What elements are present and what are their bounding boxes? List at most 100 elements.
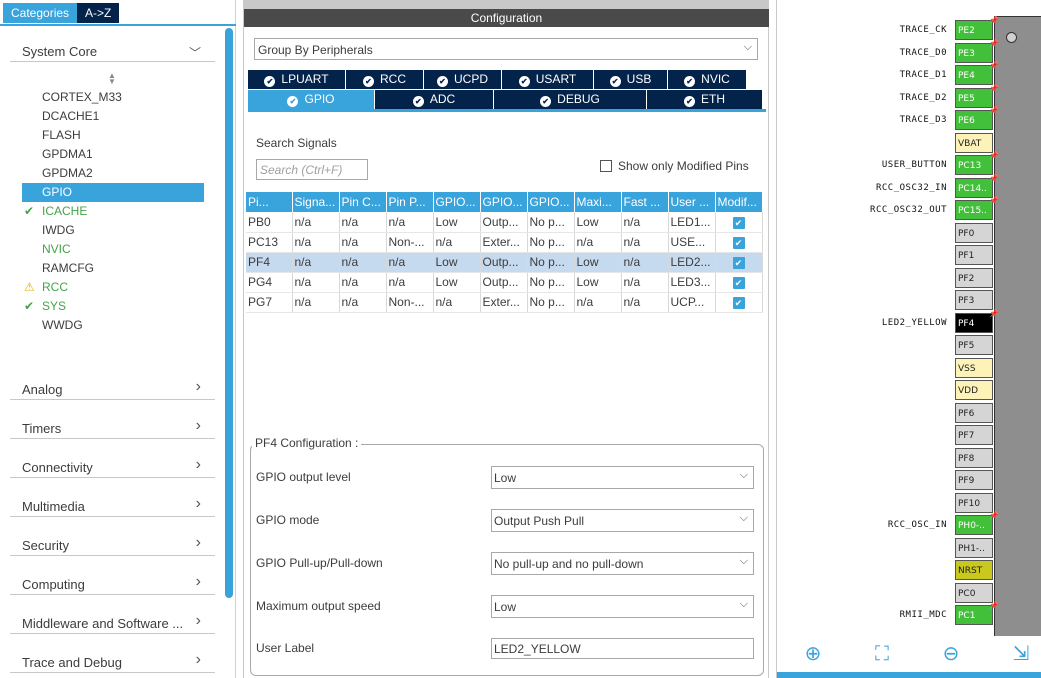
tab-lpuart[interactable]: ✔ LPUART bbox=[248, 70, 346, 89]
tree-item-icache[interactable]: ✔ ICACHE bbox=[22, 202, 204, 221]
pin-pf7[interactable]: PF7 bbox=[955, 425, 993, 445]
table-cell: n/a bbox=[386, 272, 434, 293]
modified-checkbox[interactable]: ✔ bbox=[732, 237, 745, 249]
column-header[interactable]: Pin C... bbox=[339, 192, 387, 212]
pin-pf3[interactable]: PF3 bbox=[955, 290, 993, 310]
group-by-select[interactable]: Group By Peripherals ⌵ bbox=[254, 38, 758, 60]
tree-item-dcache1[interactable]: DCACHE1 bbox=[22, 107, 204, 126]
column-header[interactable]: Pin P... bbox=[386, 192, 434, 212]
table-row[interactable]: PC13 n/a n/a Non-... n/a Exter... No p... n/a n/… bbox=[246, 232, 763, 253]
category-middleware-and-software[interactable]: Middleware and Software ... › bbox=[10, 610, 215, 634]
zoom-in-icon[interactable]: ⊕ bbox=[801, 642, 825, 666]
modified-checkbox[interactable]: ✔ bbox=[732, 216, 745, 229]
sort-icon[interactable]: ▲ ▼ bbox=[108, 72, 116, 86]
category-timers[interactable]: Timers › bbox=[10, 415, 215, 439]
tree-item-rcc[interactable]: ⚠ RCC bbox=[22, 278, 204, 297]
category-security[interactable]: Security › bbox=[10, 532, 215, 556]
pin-pf4[interactable]: PF4 bbox=[955, 312, 993, 333]
tree-item-ramcfg[interactable]: RAMCFG bbox=[22, 259, 204, 278]
tab-a-z[interactable]: A->Z bbox=[77, 3, 120, 23]
tree-item-cortex_m33[interactable]: CORTEX_M33 bbox=[22, 88, 204, 107]
bottom-scrollbar[interactable] bbox=[777, 672, 1041, 678]
pin-pe5[interactable]: PE5 bbox=[955, 87, 993, 108]
table-row[interactable]: PG4 n/a n/a n/a Low Outp... No p... Low n/a LED3.… bbox=[246, 272, 763, 293]
pin-ph1[interactable]: PH1-.. bbox=[955, 537, 993, 558]
modified-checkbox[interactable]: ✔ bbox=[732, 297, 745, 309]
show-modified-checkbox[interactable] bbox=[600, 160, 612, 172]
column-header[interactable]: Signa... bbox=[292, 192, 340, 212]
tab-debug[interactable]: ✔ DEBUG bbox=[494, 90, 647, 109]
tab-gpio[interactable]: ✔ GPIO bbox=[248, 90, 375, 109]
pin-pe3[interactable]: PE3 bbox=[955, 42, 993, 63]
tab-categories[interactable]: Categories bbox=[3, 3, 78, 23]
pin-pe6[interactable]: PE6 bbox=[955, 110, 993, 130]
fit-screen-icon[interactable]: ⛶ bbox=[870, 642, 894, 666]
pull-select[interactable]: No pull-up and no pull-down ⌵ bbox=[491, 552, 754, 575]
tree-item-wwdg[interactable]: WWDG bbox=[22, 316, 204, 335]
pin-pf1[interactable]: PF1 bbox=[955, 245, 993, 265]
category-system-core[interactable]: System Core ﹀ bbox=[10, 38, 215, 62]
column-header[interactable]: Pi... bbox=[246, 192, 293, 212]
column-header[interactable]: Fast ... bbox=[621, 192, 669, 212]
tree-item-gpio[interactable]: GPIO bbox=[22, 183, 204, 202]
mode-select[interactable]: Output Push Pull ⌵ bbox=[491, 509, 754, 532]
pin-vdd[interactable]: VDD bbox=[955, 380, 993, 400]
table-row[interactable]: PB0 n/a n/a n/a Low Outp... No p... Low n/a LED1.… bbox=[246, 212, 763, 233]
pin-vbat[interactable]: VBAT bbox=[955, 132, 993, 153]
column-header[interactable]: GPIO... bbox=[527, 192, 575, 212]
pin-pc14[interactable]: PC14.. bbox=[955, 177, 993, 198]
column-header[interactable]: GPIO... bbox=[433, 192, 481, 212]
speed-select[interactable]: Low ⌵ bbox=[491, 595, 754, 618]
category-analog[interactable]: Analog › bbox=[10, 376, 215, 400]
pin-pf10[interactable]: PF10 bbox=[955, 492, 993, 513]
user-label-input[interactable]: LED2_YELLOW bbox=[491, 638, 754, 659]
tab-usb[interactable]: ✔ USB bbox=[594, 70, 668, 89]
export-icon[interactable]: ⇲ bbox=[1009, 642, 1033, 666]
pin-pc15[interactable]: PC15.. bbox=[955, 200, 993, 220]
pin-pe2[interactable]: PE2 bbox=[955, 20, 993, 40]
pin-nrst[interactable]: NRST bbox=[955, 560, 993, 580]
tab-adc[interactable]: ✔ ADC bbox=[375, 90, 494, 109]
pin-pf5[interactable]: PF5 bbox=[955, 335, 993, 355]
pin-pf9[interactable]: PF9 bbox=[955, 470, 993, 490]
tab-eth[interactable]: ✔ ETH bbox=[647, 90, 763, 109]
tree-item-sys[interactable]: ✔ SYS bbox=[22, 297, 204, 316]
tree-item-nvic[interactable]: NVIC bbox=[22, 240, 204, 259]
pin-vss[interactable]: VSS bbox=[955, 357, 993, 378]
column-header[interactable]: Maxi... bbox=[574, 192, 622, 212]
output-level-select[interactable]: Low ⌵ bbox=[491, 466, 754, 489]
tree-item-gpdma2[interactable]: GPDMA2 bbox=[22, 164, 204, 183]
tab-rcc[interactable]: ✔ RCC bbox=[346, 70, 424, 89]
tree-item-gpdma1[interactable]: GPDMA1 bbox=[22, 145, 204, 164]
tab-usart[interactable]: ✔ USART bbox=[502, 70, 594, 89]
pin-pf0[interactable]: PF0 bbox=[955, 222, 993, 243]
pin-pf8[interactable]: PF8 bbox=[955, 447, 993, 468]
zoom-out-icon[interactable]: ⊖ bbox=[939, 642, 963, 666]
tree-item-iwdg[interactable]: IWDG bbox=[22, 221, 204, 240]
modified-checkbox[interactable]: ✔ bbox=[732, 277, 745, 289]
tree-item-flash[interactable]: FLASH bbox=[22, 126, 204, 145]
pin-pe4[interactable]: PE4 bbox=[955, 65, 993, 85]
category-label: Computing bbox=[22, 577, 85, 592]
category-computing[interactable]: Computing › bbox=[10, 571, 215, 595]
pin-ph0[interactable]: PH0-.. bbox=[955, 515, 993, 535]
search-input[interactable]: Search (Ctrl+F) bbox=[256, 159, 368, 180]
column-header[interactable]: GPIO... bbox=[480, 192, 528, 212]
tab-nvic[interactable]: ✔ NVIC bbox=[668, 70, 747, 89]
category-multimedia[interactable]: Multimedia › bbox=[10, 493, 215, 517]
pin-pc13[interactable]: PC13 bbox=[955, 155, 993, 175]
modified-checkbox[interactable]: ✔ bbox=[732, 257, 745, 269]
pin-pc0[interactable]: PC0 bbox=[955, 582, 993, 603]
table-row[interactable]: PF4 n/a n/a n/a Low Outp... No p... Low n/a LED2.… bbox=[246, 252, 763, 273]
pin-pf6[interactable]: PF6 bbox=[955, 402, 993, 423]
table-row[interactable]: PG7 n/a n/a Non-... n/a Exter... No p... n/a n/a… bbox=[246, 292, 763, 313]
tab-ucpd[interactable]: ✔ UCPD bbox=[424, 70, 502, 89]
pin-pc1[interactable]: PC1 bbox=[955, 605, 993, 625]
column-header[interactable]: User ... bbox=[668, 192, 716, 212]
category-connectivity[interactable]: Connectivity › bbox=[10, 454, 215, 478]
left-scrollbar[interactable] bbox=[225, 28, 233, 598]
tabs-underline bbox=[248, 109, 766, 112]
category-trace-and-debug[interactable]: Trace and Debug › bbox=[10, 649, 215, 673]
pin-pf2[interactable]: PF2 bbox=[955, 267, 993, 288]
column-header[interactable]: Modif... bbox=[715, 192, 763, 212]
